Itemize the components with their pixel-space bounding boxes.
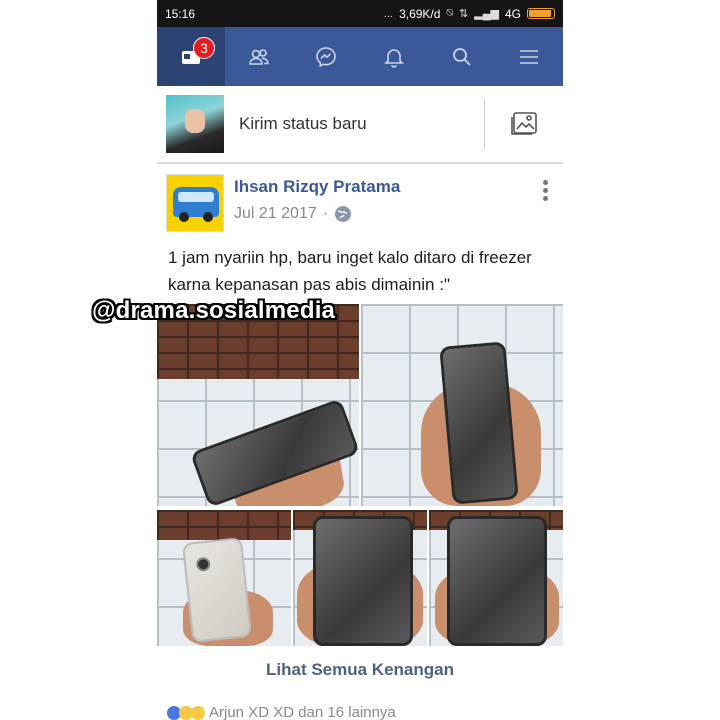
post-photo-2[interactable] bbox=[361, 304, 563, 506]
nav-search[interactable] bbox=[428, 27, 496, 86]
status-network: 4G bbox=[504, 6, 521, 21]
status-bar: 15:16 ... 3,69K/d ⍉ ⇅ ▂▄▆ 4G bbox=[157, 0, 563, 27]
status-dots: ... bbox=[383, 7, 394, 20]
friends-icon bbox=[248, 48, 269, 65]
post-photo-4[interactable] bbox=[293, 510, 427, 646]
post-photo-5[interactable] bbox=[429, 510, 563, 646]
search-icon bbox=[452, 47, 471, 66]
watermark-text: @drama.sosialmedia bbox=[92, 297, 336, 324]
nav-news-feed[interactable]: 3 bbox=[157, 27, 225, 86]
status-composer: Kirim status baru bbox=[157, 86, 563, 164]
haha-reaction-icon-2 bbox=[191, 705, 205, 720]
nav-messenger[interactable] bbox=[292, 27, 360, 86]
data-arrows-icon: ⇅ bbox=[459, 8, 469, 20]
date-separator: · bbox=[322, 205, 329, 222]
photo-icon bbox=[511, 112, 537, 135]
see-all-memories-link[interactable]: Lihat Semua Kenangan bbox=[157, 660, 563, 680]
photo-grid bbox=[157, 304, 563, 646]
status-speed: 3,69K/d bbox=[399, 6, 441, 21]
signal-icon: ▂▄▆ bbox=[474, 8, 499, 20]
nav-menu[interactable] bbox=[495, 27, 563, 86]
post-author[interactable]: Ihsan Rizqy Pratama bbox=[234, 177, 400, 197]
facebook-nav-bar: 3 bbox=[157, 27, 563, 86]
post-header: Ihsan Rizqy Pratama Jul 21 2017 · bbox=[157, 164, 563, 234]
hamburger-menu-icon bbox=[520, 49, 539, 64]
messenger-icon bbox=[316, 46, 336, 67]
instagram-post-canvas: 15:16 ... 3,69K/d ⍉ ⇅ ▂▄▆ 4G 3 Kirim sta… bbox=[0, 0, 720, 720]
reactions-text: Arjun XD XD dan 16 lainnya bbox=[209, 704, 396, 720]
post-photo-3[interactable] bbox=[157, 510, 291, 646]
phone-screen: 15:16 ... 3,69K/d ⍉ ⇅ ▂▄▆ 4G 3 Kirim sta… bbox=[157, 0, 563, 720]
post-text: 1 jam nyariin hp, baru inget kalo ditaro… bbox=[168, 248, 532, 294]
notification-badge: 3 bbox=[193, 37, 215, 59]
mute-icon: ⍉ bbox=[446, 7, 454, 19]
bell-icon bbox=[383, 48, 404, 68]
post-date[interactable]: Jul 21 2017 bbox=[234, 205, 317, 223]
nav-friends[interactable] bbox=[225, 27, 293, 86]
battery-icon bbox=[527, 8, 555, 19]
avatar[interactable] bbox=[166, 95, 224, 153]
more-options-icon[interactable] bbox=[543, 180, 549, 201]
photo-button[interactable] bbox=[485, 110, 563, 138]
nav-notifications[interactable] bbox=[360, 27, 428, 86]
author-avatar[interactable] bbox=[166, 174, 224, 232]
reactions-summary[interactable]: Arjun XD XD dan 16 lainnya bbox=[167, 704, 396, 720]
post-photo-1[interactable] bbox=[157, 304, 359, 506]
status-time: 15:16 bbox=[165, 6, 196, 21]
globe-icon bbox=[335, 206, 352, 222]
status-input[interactable]: Kirim status baru bbox=[239, 114, 484, 134]
